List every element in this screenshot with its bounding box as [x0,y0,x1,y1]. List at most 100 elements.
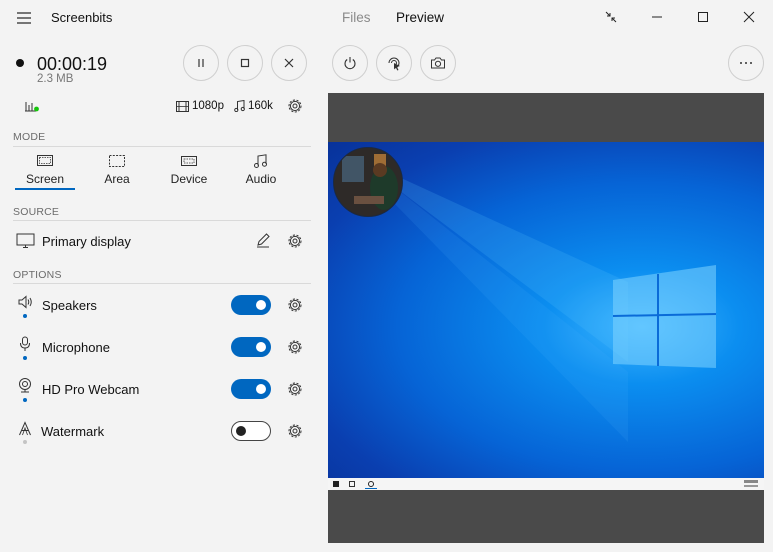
more-dots-icon [740,62,752,64]
mode-active-underline [15,188,75,190]
maximize-icon [698,12,708,22]
webcam-overlay [333,147,403,217]
quality-settings-button[interactable] [286,97,304,115]
divider [13,146,311,147]
recording-timer: 00:00:19 [37,54,108,74]
menu-button[interactable] [12,8,36,28]
minimize-icon [652,16,662,18]
task-view-icon [349,481,355,487]
video-resolution: 1080p [192,100,224,112]
watermark-label: Watermark [41,424,105,439]
mode-device[interactable]: Device [159,154,219,186]
gear-icon [288,234,302,248]
watermark-toggle[interactable] [231,421,271,441]
speakers-icon-wrap [17,295,33,309]
app-taskbar-active-line [365,488,377,489]
gear-icon [288,298,302,312]
cursor-highlight-button[interactable] [376,45,412,81]
stop-button[interactable] [227,45,263,81]
start-icon [333,481,339,487]
more-options-button[interactable] [728,45,764,81]
microphone-icon [20,336,30,351]
video-quality-button[interactable]: 1080p [176,98,224,114]
film-icon [176,100,189,112]
gear-icon [288,382,302,396]
divider [13,283,311,284]
tray-date [744,485,758,487]
speakers-active-dot [23,314,27,318]
device-icon [181,156,197,166]
toggle-knob [236,425,246,436]
app-title: Screenbits [51,10,113,25]
compress-arrows-icon [605,11,617,23]
audio-level-meter [23,99,41,113]
mode-screen[interactable]: Screen [15,154,75,186]
microphone-active-dot [23,356,27,360]
webcam-settings-button[interactable] [286,380,304,398]
gear-icon [288,424,302,438]
recording-indicator [16,59,24,67]
watermark-inactive-dot [23,440,27,444]
tray-clock [744,480,758,483]
mode-audio[interactable]: Audio [231,154,291,186]
close-window-button[interactable] [726,0,772,34]
mode-area-label: Area [104,172,130,186]
watermark-settings-button[interactable] [286,422,304,440]
microphone-toggle[interactable] [231,337,271,357]
watermark-icon [19,421,31,436]
stop-icon [240,58,250,68]
speakers-label: Speakers [42,298,97,313]
pencil-icon [257,233,270,248]
cancel-recording-button[interactable] [271,45,307,81]
minimize-button[interactable] [634,0,680,34]
divider [13,220,311,221]
webcam-icon [19,378,31,393]
edit-source-button[interactable] [255,232,271,248]
webcam-label: HD Pro Webcam [42,382,140,397]
power-icon [344,57,356,70]
tab-preview[interactable]: Preview [396,10,444,25]
microphone-settings-button[interactable] [286,338,304,356]
webcam-toggle[interactable] [231,379,271,399]
music-note-icon [254,154,267,168]
cursor-click-icon [388,57,400,71]
mode-screen-label: Screen [25,172,65,186]
source-label: Primary display [42,234,131,249]
speakers-toggle[interactable] [231,295,271,315]
mode-audio-label: Audio [245,172,277,186]
section-label-options: OPTIONS [13,269,62,281]
maximize-button[interactable] [680,0,726,34]
source-settings-button[interactable] [286,232,304,250]
pause-button[interactable] [183,45,219,81]
webcam-active-dot [23,398,27,402]
pause-icon [198,59,204,67]
gear-icon [288,99,302,113]
webcam-icon-wrap [17,377,33,393]
mode-device-label: Device [170,172,208,186]
source-display-icon-wrap [16,233,35,249]
x-icon [284,58,294,68]
section-label-source: SOURCE [13,206,60,218]
app-taskbar-icon [368,481,374,487]
snapshot-button[interactable] [420,45,456,81]
area-select-icon [109,155,125,167]
audio-bitrate: 160k [248,100,273,112]
close-icon [743,11,755,23]
power-button[interactable] [332,45,368,81]
speakers-settings-button[interactable] [286,296,304,314]
music-note-icon [234,100,245,112]
audio-quality-button[interactable]: 160k [234,98,273,114]
watermark-icon-wrap [18,421,32,437]
preview-taskbar [328,478,764,490]
camera-icon [431,57,445,69]
recording-size: 2.3 MB [37,73,74,85]
webcam-person-image [334,148,402,216]
monitor-icon [16,233,35,248]
microphone-icon-wrap [19,336,31,352]
mode-area[interactable]: Area [87,154,147,186]
compact-overlay-button[interactable] [588,0,634,34]
microphone-label: Microphone [42,340,110,355]
tab-files[interactable]: Files [342,10,371,25]
toggle-knob [256,384,266,394]
speaker-icon [18,295,32,309]
